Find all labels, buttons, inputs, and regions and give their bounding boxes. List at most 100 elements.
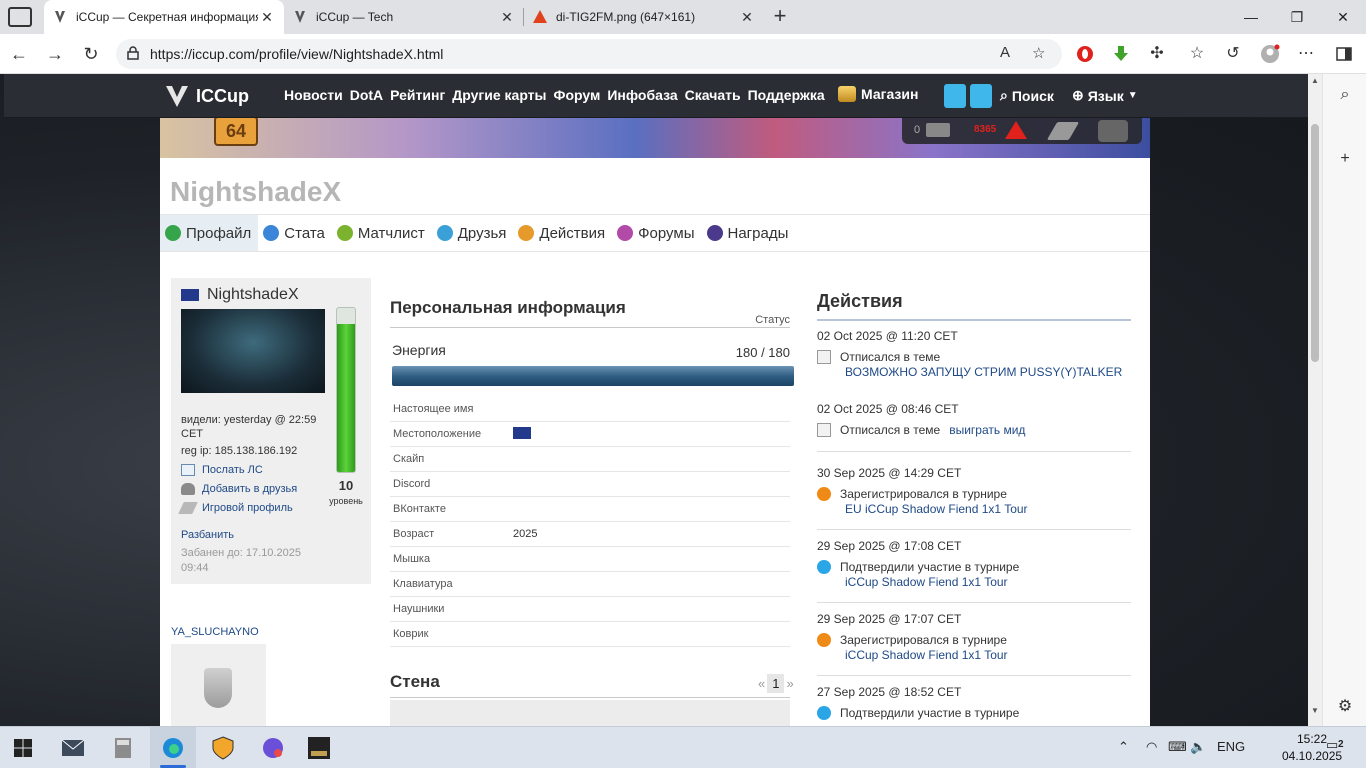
unban-link[interactable]: Разбанить — [181, 529, 234, 541]
action-link[interactable]: ВОЗМОЖНО ЗАПУЩУ СТРИМ PUSSY(Y)TALKER — [845, 365, 1122, 379]
profile-avatar-icon[interactable] — [1260, 44, 1280, 64]
mail-icon[interactable] — [926, 123, 950, 137]
game-beta-app-icon[interactable] — [296, 727, 342, 768]
new-tab-button[interactable]: + — [768, 4, 792, 28]
tab-awards[interactable]: Награды — [702, 215, 796, 251]
pager-prev[interactable]: « — [758, 676, 765, 691]
energy-bar-fill — [392, 366, 794, 386]
restore-button[interactable]: ❐ — [1274, 0, 1320, 34]
tab-iccup-tech[interactable]: iCCup — Tech ✕ — [284, 0, 524, 34]
read-aloud-icon[interactable]: A — [1000, 44, 1010, 61]
nav-infobase[interactable]: Инфобаза — [607, 87, 677, 103]
tab-friends[interactable]: Друзья — [432, 215, 514, 251]
action-item: 02 Oct 2025 @ 11:20 CET Отписался в теме… — [817, 329, 1131, 379]
download-extension-icon[interactable] — [1111, 44, 1131, 64]
alert-count: 8365 — [974, 124, 997, 135]
edge-app-icon[interactable] — [150, 727, 196, 768]
nav-search[interactable]: ⌕ Поиск — [1000, 87, 1054, 104]
tab-label: Действия — [539, 224, 606, 242]
pager-page[interactable]: 1 — [767, 674, 785, 693]
scrollbar-thumb[interactable] — [1311, 124, 1319, 362]
personal-info-title: Персональная информация — [390, 298, 626, 317]
tab-matchlist[interactable]: Матчлист — [332, 215, 432, 251]
warning-icon[interactable] — [1005, 121, 1027, 139]
tab-image[interactable]: di-TIG2FM.png (647×161) ✕ — [524, 0, 764, 34]
close-tab-icon[interactable]: ✕ — [498, 9, 516, 26]
shield-icon — [212, 736, 234, 760]
sidebar-toggle-icon[interactable] — [1334, 44, 1354, 64]
action-link[interactable]: iCCup Shadow Fiend 1x1 Tour — [845, 575, 1008, 589]
wrench-icon[interactable] — [1046, 122, 1080, 140]
close-tab-icon[interactable]: ✕ — [738, 9, 756, 26]
tab-label: Профайл — [186, 224, 252, 242]
wall-input[interactable] — [390, 700, 790, 726]
tab-stats[interactable]: Стата — [258, 215, 332, 251]
tab-profile[interactable]: Профайл — [160, 215, 259, 251]
history-icon[interactable]: ↺ — [1223, 44, 1243, 64]
action-link[interactable]: EU iCCup Shadow Fiend 1x1 Tour — [845, 502, 1028, 516]
add-friend-link[interactable]: Добавить в друзья — [181, 483, 297, 495]
account-icon[interactable] — [970, 84, 992, 108]
action-link[interactable]: выиграть мид — [949, 423, 1025, 437]
input-icon[interactable]: ⌨ — [1168, 739, 1187, 755]
scroll-down-icon[interactable]: ▼ — [1311, 706, 1319, 715]
calculator-app-icon[interactable] — [100, 727, 146, 768]
game-profile-link[interactable]: Игровой профиль — [178, 502, 293, 514]
notifications-icon[interactable]: ▭ — [1326, 737, 1338, 753]
pager-next[interactable]: » — [786, 676, 793, 691]
add-icon[interactable]: + — [1335, 150, 1355, 170]
download-client-icon[interactable] — [944, 84, 966, 108]
action-date: 27 Sep 2025 @ 18:52 CET — [817, 685, 962, 699]
mail-app-icon[interactable] — [50, 727, 96, 768]
nav-support[interactable]: Поддержка — [748, 87, 825, 103]
address-bar[interactable]: https://iccup.com/profile/view/Nightshad… — [116, 39, 1062, 69]
close-window-button[interactable]: ✕ — [1320, 0, 1366, 34]
chat-app-icon[interactable] — [250, 727, 296, 768]
nav-forum[interactable]: Форум — [554, 87, 601, 103]
favorites-icon[interactable]: ☆ — [1187, 44, 1207, 64]
forward-button[interactable]: → — [42, 42, 68, 66]
favorite-star-icon[interactable]: ☆ — [1032, 44, 1045, 62]
page-scrollbar[interactable]: ▲ ▼ — [1308, 74, 1322, 726]
language-indicator[interactable]: ENG — [1217, 739, 1245, 754]
opera-extension-icon[interactable] — [1075, 44, 1095, 64]
user-menu-icon[interactable] — [1098, 120, 1128, 142]
nav-news[interactable]: Новости — [284, 87, 343, 103]
volume-icon[interactable]: 🔈 — [1190, 739, 1206, 755]
start-button[interactable] — [0, 727, 46, 768]
action-link[interactable]: iCCup Shadow Fiend 1x1 Tour — [845, 648, 1008, 662]
shop-label: Магазин — [861, 86, 919, 102]
extensions-icon[interactable]: ✣ — [1147, 44, 1167, 64]
nav-shop[interactable]: Магазин — [838, 86, 918, 102]
gear-icon[interactable]: ⚙ — [1335, 696, 1355, 716]
back-button[interactable]: ← — [6, 42, 32, 66]
nav-rating[interactable]: Рейтинг — [390, 87, 445, 103]
nav-dota[interactable]: DotA — [350, 87, 383, 103]
nav-language[interactable]: ⊕ Язык ▼ — [1072, 87, 1138, 104]
send-pm-link[interactable]: Послать ЛС — [181, 464, 263, 476]
tab-iccup-secret[interactable]: iCCup — Секретная информация ✕ — [44, 0, 284, 34]
envelope-icon — [181, 464, 195, 476]
friend-name-link[interactable]: YA_SLUCHAYNO — [171, 626, 259, 638]
nav-other-maps[interactable]: Другие карты — [452, 87, 546, 103]
shield-app-icon[interactable] — [200, 727, 246, 768]
site-logo[interactable]: ICCup — [164, 82, 249, 110]
tab-actions[interactable]: Действия — [513, 215, 612, 251]
tab-forums[interactable]: Форумы — [612, 215, 701, 251]
minimize-button[interactable]: — — [1228, 0, 1274, 34]
tab-actions-button[interactable] — [8, 7, 32, 27]
reload-button[interactable]: ↻ — [78, 42, 104, 66]
profile-tabs: Профайл Стата Матчлист Друзья Действия Ф… — [160, 214, 1150, 252]
scroll-up-icon[interactable]: ▲ — [1311, 76, 1319, 85]
network-icon[interactable]: ◠ — [1146, 739, 1157, 755]
url-text[interactable]: https://iccup.com/profile/view/Nightshad… — [150, 46, 443, 62]
info-row-mouse: Мышка — [390, 547, 790, 572]
nav-download[interactable]: Скачать — [685, 87, 741, 103]
search-icon[interactable]: ⌕ — [1335, 86, 1355, 106]
chevron-up-icon[interactable]: ⌃ — [1118, 739, 1129, 755]
tab-label: Друзья — [457, 224, 507, 242]
more-menu-icon[interactable]: ⋯ — [1296, 44, 1316, 64]
calculator-icon — [115, 738, 131, 758]
close-tab-icon[interactable]: ✕ — [258, 9, 276, 26]
friend-avatar[interactable] — [171, 644, 266, 726]
